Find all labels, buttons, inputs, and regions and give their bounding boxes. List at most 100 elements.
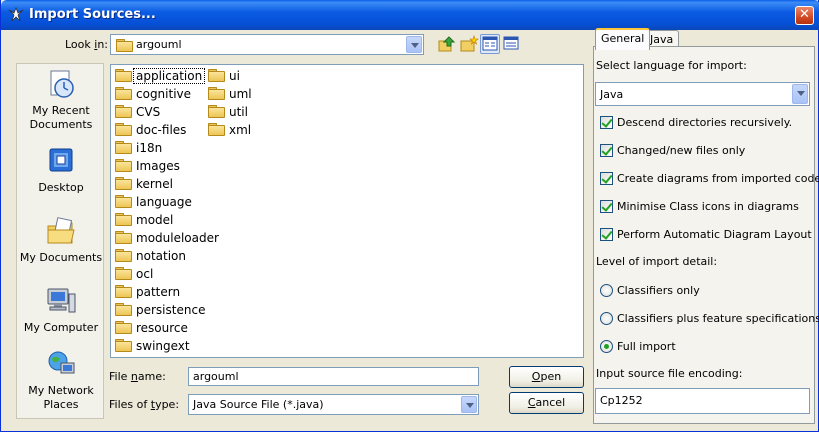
file-list-item[interactable]: xml [206,121,254,139]
file-list-item[interactable]: cognitive [113,85,221,103]
filename-input[interactable]: argouml [188,367,479,386]
file-name-label: persistence [136,303,206,317]
file-list-item[interactable]: swingext [113,337,221,355]
window-title: Import Sources... [29,7,156,22]
minimise-icons-checkbox[interactable]: Minimise Class icons in diagrams [600,199,815,215]
language-value: Java [600,88,624,101]
cancel-button[interactable]: Cancel [509,392,584,414]
file-list-item[interactable]: notation [113,247,221,265]
checkbox-checked-icon[interactable] [600,144,613,157]
checkbox-checked-icon[interactable] [600,200,613,213]
place-label: My Documents [19,251,103,264]
lookin-value: argouml [136,38,182,51]
places-bar: My Recent Documents Desktop My Documents [16,63,104,419]
file-list[interactable]: application cognitive CVS doc-files i18n Imag… [110,64,584,358]
folder-icon [115,267,132,280]
file-list-item[interactable]: Images [113,157,221,175]
checkbox-checked-icon[interactable] [600,172,613,185]
file-column-1: application cognitive CVS doc-files i18n Imag… [113,67,221,355]
recent-documents-icon [50,70,74,98]
file-list-item[interactable]: pattern [113,283,221,301]
folder-icon [115,321,132,334]
encoding-label: Input source file encoding: [596,367,743,380]
chevron-down-icon[interactable] [792,84,808,104]
chevron-down-icon[interactable] [406,36,422,53]
filename-label: File name: [109,370,166,383]
checkbox-label: Minimise Class icons in diagrams [617,200,799,213]
language-combo[interactable]: Java [595,82,810,106]
lookin-combo[interactable]: argouml [110,34,424,55]
place-computer[interactable]: My Computer [17,286,105,335]
file-name-label: i18n [136,141,163,155]
checkbox-checked-icon[interactable] [600,116,613,129]
file-name-label: swingext [136,339,190,353]
import-sources-dialog: Import Sources... ✕ Look in: argouml My … [0,0,819,432]
folder-icon [115,339,132,352]
open-button[interactable]: Open [509,366,584,388]
radio-icon[interactable] [600,312,613,325]
file-list-item[interactable]: application [113,67,221,85]
place-recent[interactable]: My Recent Documents [17,69,105,132]
tab-general[interactable]: General [595,28,651,50]
up-folder-icon [438,36,456,52]
file-list-item[interactable]: model [113,211,221,229]
folder-icon [115,87,132,100]
checkbox-label: Create diagrams from imported code [617,172,819,185]
radio-classifiers-features[interactable]: Classifiers plus feature specifications [600,311,819,327]
new-folder-button[interactable] [459,34,479,54]
file-list-item[interactable]: uml [206,85,254,103]
radio-full-import[interactable]: Full import [600,339,815,355]
file-name-label: ui [229,69,240,83]
place-desktop[interactable]: Desktop [17,146,105,195]
network-places-icon [48,351,75,374]
checkbox-checked-icon[interactable] [600,228,613,241]
argouml-app-icon [8,6,24,22]
file-list-item[interactable]: moduleloader [113,229,221,247]
chevron-down-icon[interactable] [461,396,477,413]
my-documents-icon [47,217,75,244]
file-list-item[interactable]: ocl [113,265,221,283]
encoding-input[interactable]: Cp1252 [595,388,810,414]
title-bar[interactable]: Import Sources... ✕ [1,0,819,30]
file-name-label: ocl [136,267,154,281]
list-view-icon [482,36,498,51]
place-documents[interactable]: My Documents [17,216,105,265]
create-diagrams-checkbox[interactable]: Create diagrams from imported code [600,171,819,187]
changed-files-checkbox[interactable]: Changed/new files only [600,143,815,159]
folder-icon [115,213,132,226]
file-list-item[interactable]: resource [113,319,221,337]
folder-icon [115,159,132,172]
filetype-combo[interactable]: Java Source File (*.java) [188,394,479,415]
file-list-item[interactable]: kernel [113,175,221,193]
folder-icon [116,39,133,52]
file-list-item[interactable]: util [206,103,254,121]
file-list-item[interactable]: persistence [113,301,221,319]
encoding-value: Cp1252 [600,394,643,407]
list-view-button[interactable] [480,34,500,54]
file-name-label: resource [136,321,188,335]
up-folder-button[interactable] [437,34,457,54]
radio-icon[interactable] [600,284,613,297]
file-list-item[interactable]: CVS [113,103,221,121]
radio-classifiers-only[interactable]: Classifiers only [600,283,815,299]
auto-layout-checkbox[interactable]: Perform Automatic Diagram Layout [600,227,815,243]
folder-icon [115,249,132,262]
details-view-button[interactable] [502,34,522,54]
file-list-item[interactable]: ui [206,67,254,85]
folder-icon [115,69,132,82]
radio-label: Classifiers plus feature specifications [617,312,819,325]
file-list-item[interactable]: doc-files [113,121,221,139]
radio-label: Classifiers only [617,284,700,297]
details-view-icon [503,36,519,50]
folder-icon [208,87,225,100]
radio-selected-icon[interactable] [600,340,613,353]
close-button[interactable]: ✕ [795,6,814,25]
my-computer-icon [47,288,76,313]
place-network[interactable]: My Network Places [17,349,105,412]
place-label: Desktop [38,181,84,194]
descend-recursively-checkbox[interactable]: Descend directories recursively. [600,115,815,131]
place-label: My Recent Documents [29,104,93,131]
file-list-item[interactable]: i18n [113,139,221,157]
file-list-item[interactable]: language [113,193,221,211]
place-label: My Computer [23,321,99,334]
